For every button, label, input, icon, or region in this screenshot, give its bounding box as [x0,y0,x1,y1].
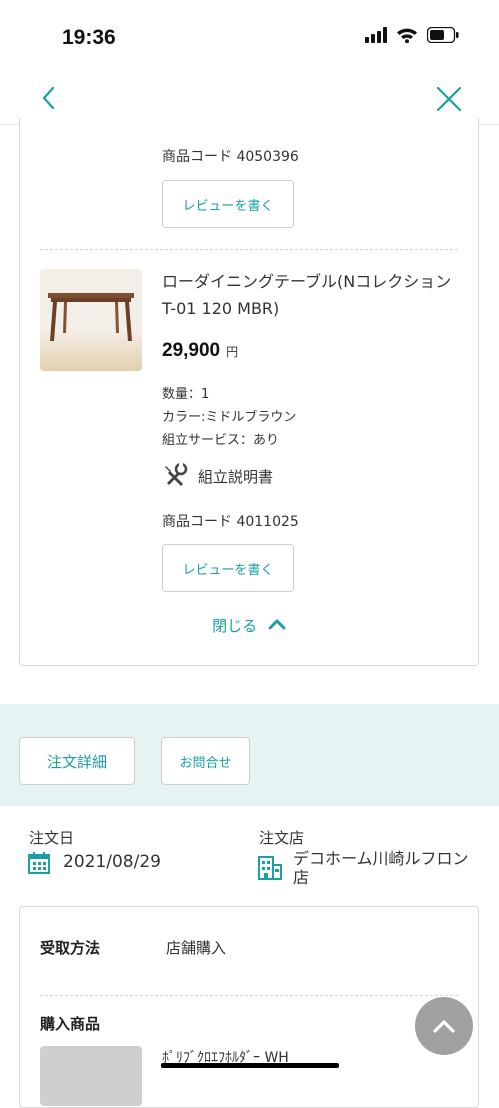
action-band: 注文詳細 お問合せ [0,704,499,806]
product-price: 29,900 円 [162,340,238,362]
status-time: 19:36 [62,26,116,49]
price-unit: 円 [226,345,239,359]
close-icon[interactable] [435,85,463,113]
order-items-card: 商品コード 4050396 レビューを書く ローダイニングテーブル(Nコレクショ… [19,118,479,666]
receipt-card: 受取方法 店舗購入 購入商品 ﾎﾟﾘﾌﾞｸﾛｴﾌﾎﾙﾀﾞｰ WH [19,906,479,1108]
chevron-up-icon [268,619,286,630]
product-code: 商品コード 4011025 [162,514,299,530]
order-date: 2021/08/29 [63,852,161,872]
price-value: 29,900 [162,340,221,361]
write-review-button[interactable]: レビューを書く [162,544,294,592]
store-icon [258,856,282,880]
receipt-divider [40,995,458,996]
collapse-link[interactable]: 閉じる [20,615,478,636]
order-shop-label: 注文店 [259,829,305,847]
item-divider [40,249,458,250]
color-text: カラー:ミドルブラウン [162,410,297,425]
status-icons [365,27,459,43]
quantity-text: 数量：1 [162,387,210,402]
wifi-icon [397,28,417,43]
collapse-label: 閉じる [212,617,258,635]
product-name[interactable]: ローダイニングテーブル(Nコレクション T-01 120 MBR) [162,268,462,322]
write-review-button[interactable]: レビューを書く [162,180,294,228]
chevron-up-icon [433,1020,455,1033]
product-code: 商品コード 4050396 [162,149,299,165]
redaction-mark [161,1063,339,1068]
tools-icon [165,463,188,486]
inquiry-button[interactable]: お問合せ [161,737,250,785]
product-thumbnail[interactable] [40,269,142,371]
receipt-method: 店舗購入 [166,939,227,957]
scroll-to-top-button[interactable] [415,997,473,1055]
manual-label: 組立説明書 [198,467,274,486]
status-bar: 19:36 [0,0,499,75]
order-detail-button[interactable]: 注文詳細 [19,737,135,785]
product-thumbnail[interactable] [40,1046,142,1106]
purchased-items-label: 購入商品 [40,1015,101,1033]
assembly-text: 組立サービス：あり [162,433,280,448]
battery-icon [427,27,459,43]
calendar-icon [28,852,50,874]
signal-icon [365,27,387,43]
assembly-manual-link[interactable]: 組立説明書 [162,463,273,489]
receipt-method-label: 受取方法 [40,939,101,957]
back-chevron-icon[interactable] [38,83,62,113]
order-shop: デコホーム川崎ルフロン店 [293,849,469,887]
order-date-label: 注文日 [29,829,75,847]
